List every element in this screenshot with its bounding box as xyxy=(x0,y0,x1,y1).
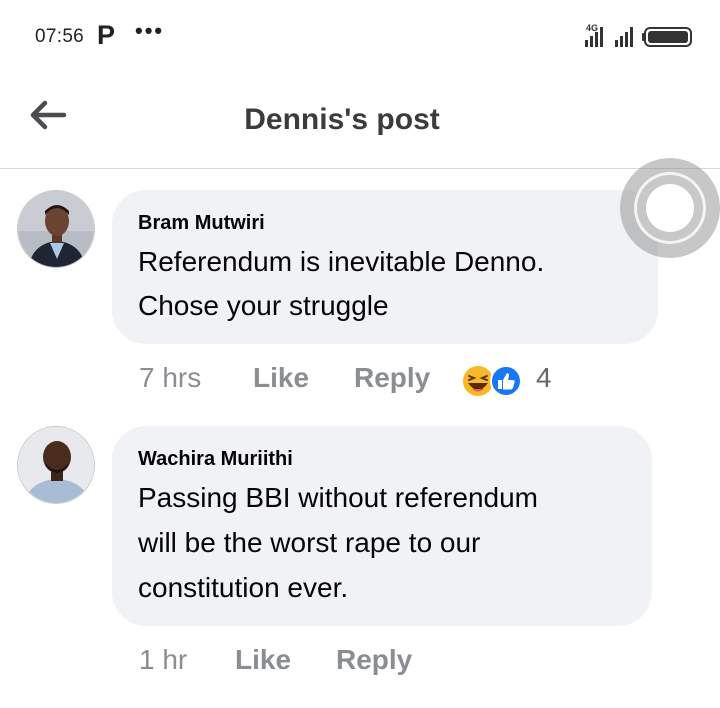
page-title: Dennis's post xyxy=(244,103,440,136)
status-icons: 4G xyxy=(583,23,698,49)
comment-actions: 7 hrs Like Reply 4 xyxy=(139,362,599,402)
profile-photo xyxy=(18,427,94,503)
avatar[interactable] xyxy=(17,426,95,504)
status-bar: 07:56 P ••• 4G xyxy=(0,0,720,72)
more-notifications-icon: ••• xyxy=(135,18,165,43)
comment-text-line: will be the worst rape to our xyxy=(138,527,481,558)
haha-icon xyxy=(461,364,495,398)
like-button[interactable]: Like xyxy=(253,362,309,394)
comment-text-line: Referendum is inevitable Denno. xyxy=(138,246,545,277)
reaction-count[interactable]: 4 xyxy=(536,362,552,394)
avatar[interactable] xyxy=(17,190,95,268)
reply-button[interactable]: Reply xyxy=(336,644,412,676)
comment-timestamp[interactable]: 7 hrs xyxy=(139,362,201,394)
comment-text-line: Passing BBI without referendum xyxy=(138,482,538,513)
like-button[interactable]: Like xyxy=(235,644,291,676)
reaction-summary[interactable] xyxy=(460,363,524,399)
comment-actions: 1 hr Like Reply xyxy=(139,644,539,684)
comment-bubble[interactable]: Wachira Muriithi Passing BBI without ref… xyxy=(112,426,652,626)
signal-icon: 4G xyxy=(585,23,692,47)
status-time: 07:56 xyxy=(35,26,85,47)
comment-timestamp[interactable]: 1 hr xyxy=(139,644,187,676)
comment-author[interactable]: Bram Mutwiri xyxy=(138,212,265,235)
assistive-touch-core xyxy=(646,184,694,232)
assistive-touch-button[interactable] xyxy=(620,158,720,258)
reply-button[interactable]: Reply xyxy=(354,362,430,394)
comment-text-line: Chose your struggle xyxy=(138,290,389,321)
comment-author[interactable]: Wachira Muriithi xyxy=(138,448,293,471)
like-icon xyxy=(490,365,522,397)
network-type-label: 4G xyxy=(586,23,598,33)
app-notification-icon: P xyxy=(97,20,116,50)
profile-photo xyxy=(18,191,94,267)
comment-bubble[interactable]: Bram Mutwiri Referendum is inevitable De… xyxy=(112,190,658,344)
comment-text-line: constitution ever. xyxy=(138,572,349,603)
post-header: Dennis's post xyxy=(0,72,720,169)
